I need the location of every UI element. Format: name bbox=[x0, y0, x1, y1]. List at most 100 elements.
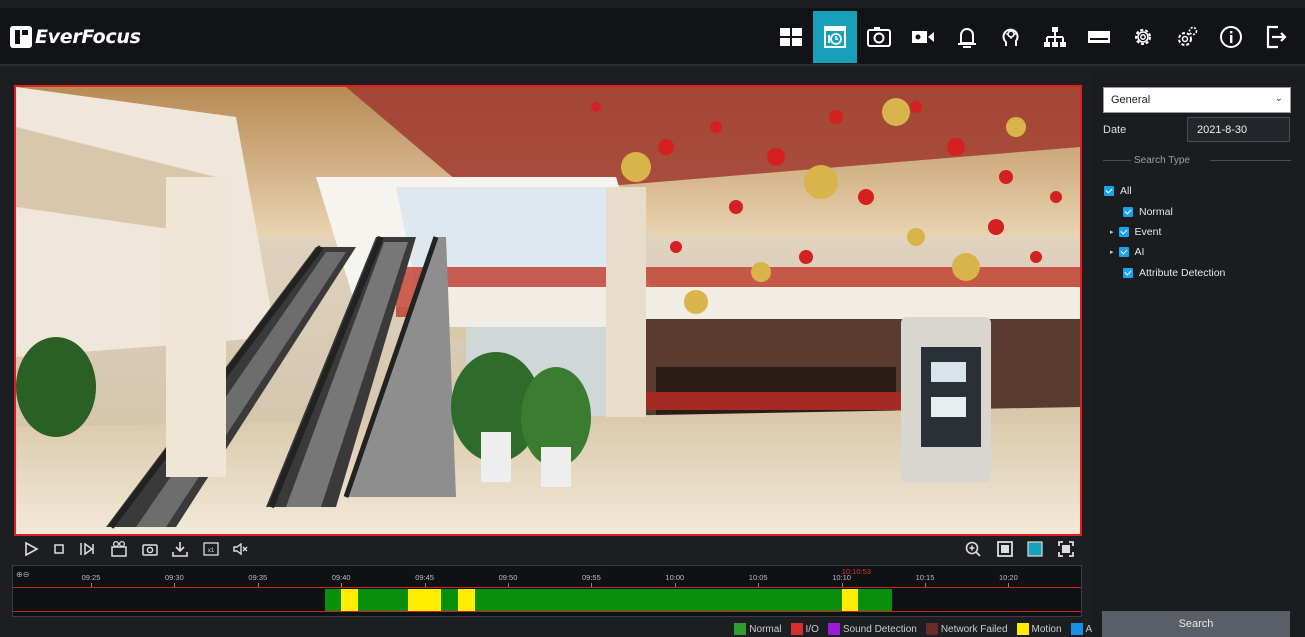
play-icon bbox=[25, 541, 39, 557]
step-forward-button[interactable] bbox=[78, 540, 96, 558]
timeline-segment-motion[interactable] bbox=[457, 589, 475, 611]
mute-icon bbox=[233, 542, 248, 556]
timeline-zoom-icons[interactable]: ⊕⊖ bbox=[16, 570, 29, 579]
logo-mark-icon bbox=[10, 26, 32, 48]
grid-icon bbox=[780, 28, 802, 46]
gears-icon bbox=[1178, 26, 1198, 46]
nav-record[interactable] bbox=[901, 11, 945, 63]
playback-controls: x1 bbox=[14, 538, 1082, 562]
timeline-tick-label: 09:40 bbox=[331, 573, 351, 582]
legend-item: Network Failed bbox=[925, 623, 1008, 635]
search-type-divider-left bbox=[1103, 160, 1131, 161]
video-player[interactable] bbox=[14, 85, 1082, 536]
legend-swatch bbox=[1070, 623, 1083, 635]
search-button[interactable]: Search bbox=[1102, 611, 1290, 637]
storage-icon bbox=[1088, 31, 1110, 43]
nav-storage[interactable] bbox=[1077, 11, 1121, 63]
legend-swatch bbox=[734, 623, 747, 635]
timeline[interactable]: ⊕⊖ 09:25 09:30 09:35 09:40 09:45 09:50 09:55 10… bbox=[12, 565, 1082, 617]
timeline-tick-label: 10:05 bbox=[748, 573, 768, 582]
timeline-tick-label: 10:15 bbox=[915, 573, 935, 582]
timeline-legend: Normal I/O Sound Detection Network Failed Mo… bbox=[725, 622, 1095, 636]
checkbox[interactable] bbox=[1118, 227, 1129, 237]
nav-playback[interactable] bbox=[813, 11, 857, 63]
search-panel: General ⌄ Date 2021-8-30 Search Type All… bbox=[1092, 70, 1305, 637]
legend-item: Motion bbox=[1016, 623, 1062, 635]
checkbox[interactable] bbox=[1118, 247, 1129, 257]
search-mode-value: General bbox=[1111, 94, 1151, 106]
nav-ai[interactable] bbox=[989, 11, 1033, 63]
legend-swatch bbox=[827, 623, 840, 635]
logo-text: EverFocus bbox=[35, 26, 141, 48]
stop-button[interactable] bbox=[50, 540, 68, 558]
snapshot-button[interactable] bbox=[141, 540, 159, 558]
clip-icon bbox=[111, 540, 127, 557]
search-mode-select[interactable]: General ⌄ bbox=[1103, 87, 1291, 113]
date-field[interactable]: 2021-8-30 bbox=[1187, 117, 1290, 142]
nav-settings[interactable] bbox=[1121, 11, 1165, 63]
layout-single-button[interactable] bbox=[996, 540, 1014, 558]
legend-label: Normal bbox=[749, 623, 782, 635]
search-type-normal[interactable]: Normal bbox=[1123, 206, 1173, 218]
main-nav bbox=[769, 11, 1297, 63]
legend-item: I/O bbox=[790, 623, 819, 635]
checkbox-label: Normal bbox=[1139, 206, 1173, 218]
play-button[interactable] bbox=[22, 540, 40, 558]
snapshot-icon bbox=[867, 27, 891, 47]
timeline-tick-label: 09:35 bbox=[248, 573, 268, 582]
search-type-event[interactable]: ▸ Event bbox=[1110, 226, 1161, 238]
checkbox-label: Event bbox=[1134, 226, 1162, 238]
timeline-top-line bbox=[13, 587, 1081, 588]
clip-button[interactable] bbox=[110, 540, 128, 558]
timeline-tick-label: 09:55 bbox=[582, 573, 601, 582]
speed-button[interactable]: x1 bbox=[202, 540, 220, 558]
download-button[interactable] bbox=[171, 540, 189, 558]
timeline-segment-motion[interactable] bbox=[341, 589, 358, 611]
timeline-cursor-time: 10:10:53 bbox=[841, 567, 871, 576]
nav-alarm[interactable] bbox=[945, 11, 989, 63]
playback-icon bbox=[824, 26, 846, 48]
network-icon bbox=[1044, 27, 1066, 47]
nav-advanced[interactable] bbox=[1165, 11, 1209, 63]
expand-caret-icon[interactable]: ▸ bbox=[1110, 228, 1114, 236]
fullscreen-button[interactable] bbox=[1057, 540, 1075, 558]
nav-network[interactable] bbox=[1033, 11, 1077, 63]
ai-head-icon bbox=[1002, 28, 1019, 46]
zoom-in-button[interactable] bbox=[964, 540, 982, 558]
timeline-tick-label: 09:25 bbox=[81, 573, 101, 582]
nav-logout[interactable] bbox=[1253, 11, 1297, 63]
legend-swatch bbox=[790, 623, 803, 635]
legend-item: Sound Detection bbox=[827, 623, 917, 635]
legend-swatch bbox=[1016, 623, 1029, 635]
fullscreen-icon bbox=[1058, 541, 1074, 557]
search-type-all[interactable]: All bbox=[1104, 185, 1132, 197]
speed-icon: x1 bbox=[203, 542, 219, 556]
nav-live-view[interactable] bbox=[769, 11, 813, 63]
checkbox[interactable] bbox=[1123, 268, 1133, 278]
legend-label: I/O bbox=[805, 623, 819, 635]
chevron-down-icon: ⌄ bbox=[1274, 93, 1283, 104]
search-type-ai[interactable]: ▸ AI bbox=[1110, 246, 1144, 258]
svg-text:x1: x1 bbox=[208, 548, 215, 554]
search-type-title: Search Type bbox=[1134, 155, 1190, 166]
window-active-icon bbox=[1027, 541, 1043, 557]
date-label: Date bbox=[1103, 124, 1127, 136]
search-type-divider-right bbox=[1210, 160, 1291, 161]
timeline-segment-motion[interactable] bbox=[841, 589, 859, 611]
timeline-segment-motion[interactable] bbox=[424, 589, 442, 611]
legend-swatch bbox=[925, 623, 938, 635]
checkbox[interactable] bbox=[1123, 207, 1133, 217]
nav-snapshot[interactable] bbox=[857, 11, 901, 63]
timeline-bottom-line bbox=[13, 611, 1081, 612]
mute-button[interactable] bbox=[232, 540, 250, 558]
timeline-segment-motion[interactable] bbox=[407, 589, 425, 611]
search-type-attribute-detection[interactable]: Attribute Detection bbox=[1123, 267, 1225, 279]
nav-info[interactable] bbox=[1209, 11, 1253, 63]
layout-active-button[interactable] bbox=[1026, 540, 1044, 558]
zoom-in-icon bbox=[965, 541, 981, 557]
checkbox[interactable] bbox=[1104, 186, 1114, 196]
timeline-tick-label: 10:00 bbox=[665, 573, 685, 582]
record-icon bbox=[912, 31, 934, 43]
expand-caret-icon[interactable]: ▸ bbox=[1110, 248, 1114, 256]
legend-item: Normal bbox=[734, 623, 782, 635]
